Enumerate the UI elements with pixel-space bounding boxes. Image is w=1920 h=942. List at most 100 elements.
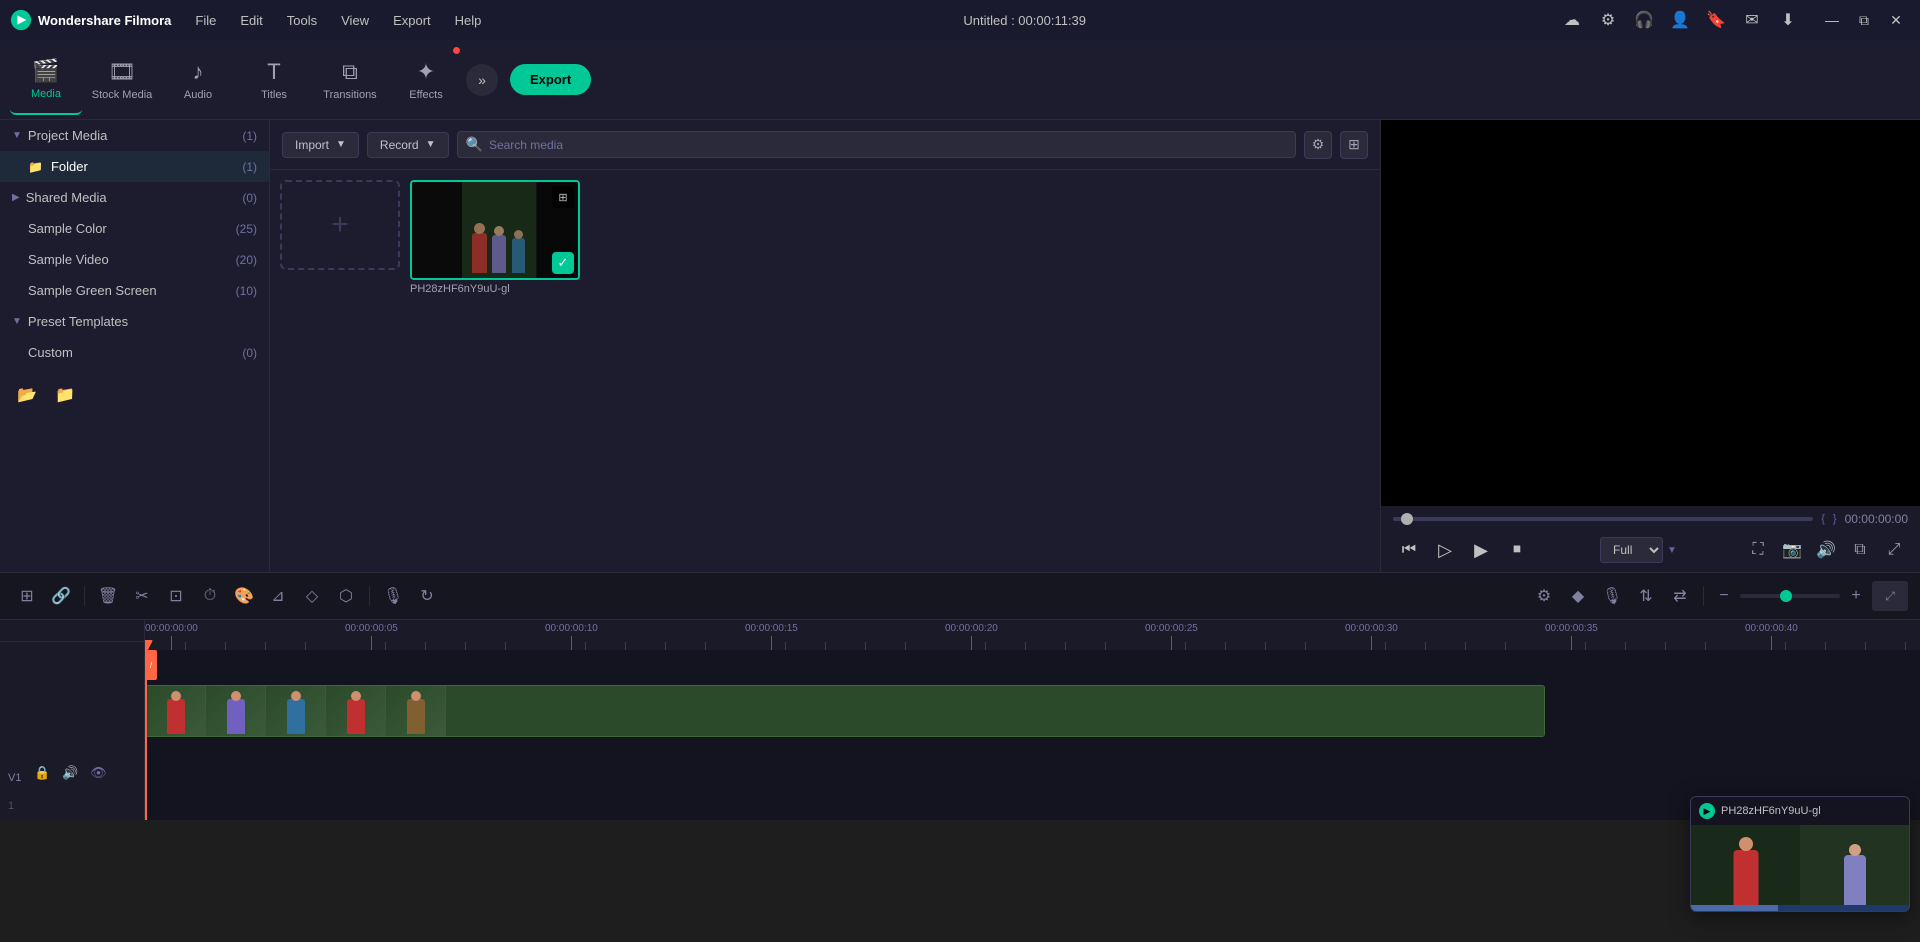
menu-file[interactable]: File	[185, 9, 226, 32]
resize-icon[interactable]: ⤢	[1880, 536, 1908, 564]
clip-person-4	[347, 699, 365, 734]
tool-media[interactable]: 🎬 Media	[10, 45, 82, 115]
mail-icon[interactable]: ✉	[1738, 6, 1766, 34]
tool-effects[interactable]: ✦ Effects	[390, 45, 462, 115]
preset-templates-arrow-icon: ▼	[12, 316, 22, 327]
cloud-icon[interactable]: ☁	[1558, 6, 1586, 34]
timeline-record-btn[interactable]: 🎙	[1597, 581, 1627, 611]
minimize-button[interactable]: —	[1818, 6, 1846, 34]
track-audio-btn[interactable]: 🔊	[59, 762, 81, 784]
timeline-marker-btn[interactable]: ◆	[1563, 581, 1593, 611]
media-thumb-label: PH28zHF6nY9uU-gl	[410, 283, 510, 295]
bookmark-icon[interactable]: 🔖	[1702, 6, 1730, 34]
stop-button[interactable]: ⏹	[1501, 534, 1533, 566]
new-folder-icon[interactable]: 📂	[12, 380, 42, 410]
timeline-crop-btn[interactable]: ⊡	[161, 581, 191, 611]
timeline-sort-btn[interactable]: ⇅	[1631, 581, 1661, 611]
picture-in-picture-icon[interactable]: ⧉	[1846, 536, 1874, 564]
import-placeholder[interactable]: +	[280, 180, 400, 270]
menu-view[interactable]: View	[331, 9, 379, 32]
sidebar-item-sample-color[interactable]: Sample Color (25)	[0, 213, 269, 244]
timeline-tracks[interactable]: 00:00:00:00 00:00:00:05 00:00:00:10 00:0…	[145, 620, 1920, 820]
tool-stock-media[interactable]: 🎞 Stock Media	[86, 45, 158, 115]
restore-button[interactable]: ⧉	[1850, 6, 1878, 34]
sidebar-item-shared-media[interactable]: ▶ Shared Media (0)	[0, 182, 269, 213]
zoom-bar: − +	[1712, 584, 1868, 608]
menu-edit[interactable]: Edit	[230, 9, 272, 32]
sidebar-item-sample-video[interactable]: Sample Video (20)	[0, 244, 269, 275]
grid-view-button[interactable]: ⊞	[1340, 131, 1368, 159]
camera-icon[interactable]: 📷	[1778, 536, 1806, 564]
play-button[interactable]: ▶	[1465, 534, 1497, 566]
settings-icon[interactable]: ⚙	[1594, 6, 1622, 34]
zoom-out-button[interactable]: −	[1712, 584, 1736, 608]
menu-export[interactable]: Export	[383, 9, 441, 32]
ruler-label-4: 00:00:00:20	[945, 623, 998, 634]
filter-button[interactable]: ⚙	[1304, 131, 1332, 159]
tool-audio[interactable]: ♪ Audio	[162, 45, 234, 115]
import-button[interactable]: Import ▼	[282, 132, 359, 158]
timeline-settings-btn[interactable]: ⚙	[1529, 581, 1559, 611]
sample-video-count: (20)	[236, 253, 257, 267]
timeline-ripple-btn[interactable]: ↻	[412, 581, 442, 611]
ruler-tick-minor	[1505, 642, 1506, 650]
menu-help[interactable]: Help	[445, 9, 492, 32]
sidebar-item-sample-green-screen[interactable]: Sample Green Screen (10)	[0, 275, 269, 306]
custom-label: Custom	[28, 345, 238, 360]
mini-head-1	[1739, 837, 1753, 851]
timeline-full-btn[interactable]: ⤢	[1872, 581, 1908, 611]
timeline-color-btn[interactable]: 🎨	[229, 581, 259, 611]
tool-titles[interactable]: T Titles	[238, 45, 310, 115]
timeline-speed-btn[interactable]: ⏱	[195, 581, 225, 611]
play-frame-button[interactable]: ▷	[1429, 534, 1461, 566]
export-button[interactable]: Export	[510, 64, 591, 95]
search-icon: 🔍	[466, 136, 483, 153]
sidebar-item-folder[interactable]: 📁 Folder (1)	[0, 151, 269, 182]
timeline-clip-v1[interactable]	[145, 685, 1545, 737]
download-icon[interactable]: ⬇	[1774, 6, 1802, 34]
mini-preview-header: ▶ PH28zHF6nY9uU-gl	[1691, 797, 1909, 825]
mini-preview-play-icon[interactable]: ▶	[1699, 803, 1715, 819]
sidebar-item-project-media[interactable]: ▼ Project Media (1)	[0, 120, 269, 151]
more-tools-button[interactable]: »	[466, 64, 498, 96]
timeline-keyframe-btn[interactable]: ◇	[297, 581, 327, 611]
sidebar-item-preset-templates[interactable]: ▼ Preset Templates	[0, 306, 269, 337]
preview-slider[interactable]	[1393, 517, 1813, 521]
quality-select[interactable]: Full 1/2 1/4 Auto	[1600, 537, 1663, 563]
step-back-button[interactable]: ⏮	[1393, 534, 1425, 566]
timeline-link-btn[interactable]: 🔗	[46, 581, 76, 611]
zoom-slider[interactable]	[1740, 594, 1840, 598]
ruler-tick-3: 00:00:00:15	[745, 623, 798, 650]
timeline-delete-btn[interactable]: 🗑	[93, 581, 123, 611]
record-button[interactable]: Record ▼	[367, 132, 449, 158]
mini-preview: ▶ PH28zHF6nY9uU-gl	[1690, 796, 1910, 912]
speaker-icon[interactable]: 🔊	[1812, 536, 1840, 564]
close-button[interactable]: ✕	[1882, 6, 1910, 34]
headset-icon[interactable]: 🎧	[1630, 6, 1658, 34]
account-icon[interactable]: 👤	[1666, 6, 1694, 34]
track-eye-btn[interactable]: 👁	[87, 762, 109, 784]
media-thumb-ph28[interactable]: ⊞ ✓	[410, 180, 580, 280]
timeline-audio-btn[interactable]: 🎙	[378, 581, 408, 611]
import-folder-icon[interactable]: 📁	[50, 380, 80, 410]
timeline-cut-btn[interactable]: ✂	[127, 581, 157, 611]
ruler-tick-4: 00:00:00:20	[945, 623, 998, 650]
media-grid: + ◀ Import Media	[270, 170, 1380, 572]
full-screen-icon[interactable]: ⛶	[1744, 536, 1772, 564]
search-input[interactable]	[489, 138, 1287, 152]
track-lock-btn[interactable]: 🔒	[31, 762, 53, 784]
timeline-stabilize-btn[interactable]: ⊿	[263, 581, 293, 611]
project-media-label: Project Media	[28, 128, 238, 143]
ruler-tick-minor	[1025, 642, 1026, 650]
zoom-in-button[interactable]: +	[1844, 584, 1868, 608]
ruler-tick-minor	[625, 642, 626, 650]
timeline-add-track-btn[interactable]: ⊞	[12, 581, 42, 611]
tool-transitions[interactable]: ⧉ Transitions	[314, 45, 386, 115]
timeline-mask-btn[interactable]: ⬡	[331, 581, 361, 611]
ruler-tick-minor	[1625, 642, 1626, 650]
mini-preview-label: PH28zHF6nY9uU-gl	[1721, 805, 1821, 817]
menu-tools[interactable]: Tools	[277, 9, 327, 32]
sidebar-bottom-icons: 📂 📁	[0, 368, 269, 422]
timeline-swap-btn[interactable]: ⇄	[1665, 581, 1695, 611]
sidebar-item-custom[interactable]: Custom (0)	[0, 337, 269, 368]
